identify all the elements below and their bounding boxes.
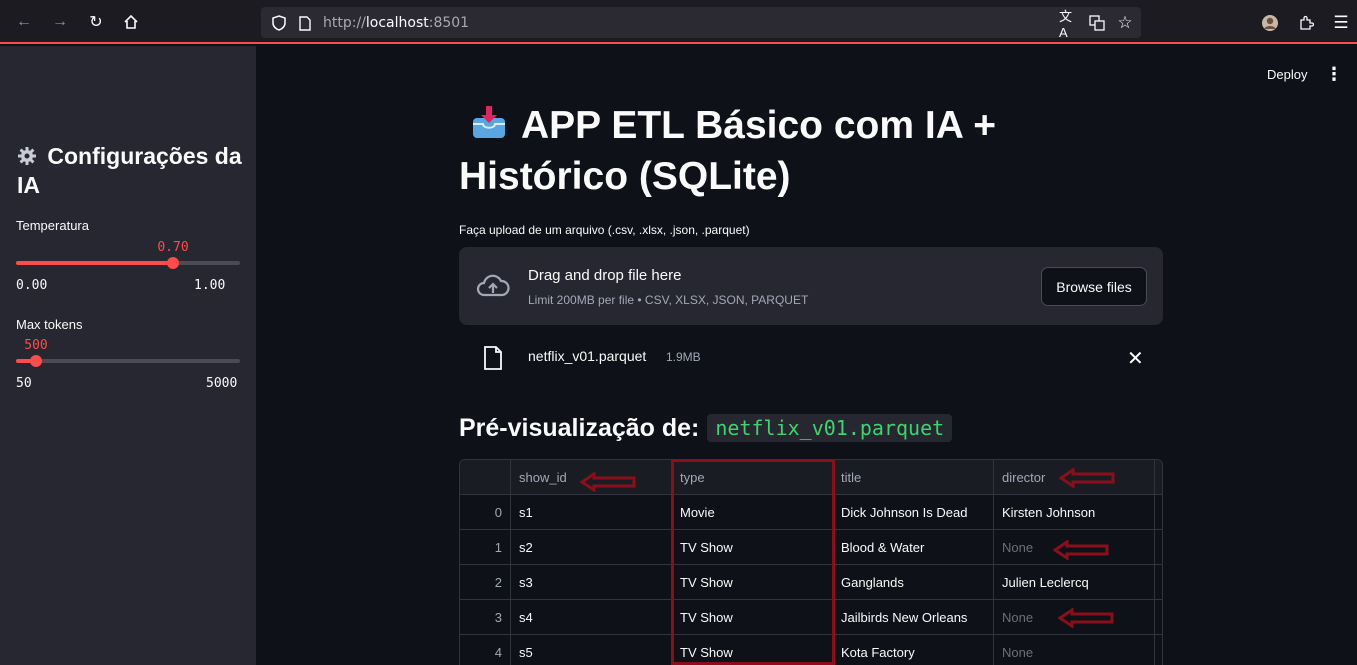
temperature-value: 0.70 bbox=[157, 240, 189, 255]
file-name: netflix_v01.parquet bbox=[528, 348, 647, 364]
temperature-slider[interactable] bbox=[16, 257, 240, 269]
row-index[interactable]: 1 bbox=[460, 530, 511, 565]
cell-show-id[interactable]: s5 bbox=[511, 635, 672, 665]
dropzone-title: Drag and drop file here bbox=[528, 267, 682, 284]
temperature-slider-fill bbox=[16, 261, 173, 265]
cell-title[interactable]: Kota Factory bbox=[833, 635, 994, 665]
gear-icon bbox=[17, 142, 41, 171]
cell-title[interactable]: Jailbirds New Orleans bbox=[833, 600, 994, 635]
max-tokens-slider-thumb[interactable] bbox=[30, 355, 43, 367]
back-icon[interactable]: ← bbox=[12, 10, 36, 34]
reload-icon[interactable]: ↻ bbox=[84, 10, 108, 34]
max-tokens-max: 5000 bbox=[206, 376, 238, 391]
browse-files-button[interactable]: Browse files bbox=[1041, 267, 1147, 306]
max-tokens-label: Max tokens bbox=[16, 317, 83, 332]
annotation-arrow-icon bbox=[1058, 608, 1114, 628]
page-icon[interactable] bbox=[295, 13, 315, 33]
cell-director[interactable]: Kirsten Johnson bbox=[994, 495, 1155, 530]
cell-director[interactable]: Julien Leclercq bbox=[994, 565, 1155, 600]
cell-show-id[interactable]: s4 bbox=[511, 600, 672, 635]
cell-title[interactable]: Blood & Water bbox=[833, 530, 994, 565]
url-bar[interactable]: http://localhost:8501 文A ☆ bbox=[261, 7, 1141, 40]
uploaded-file-row: netflix_v01.parquet 1.9MB ✕ bbox=[459, 340, 1163, 376]
max-tokens-slider[interactable] bbox=[16, 355, 240, 367]
preview-heading: Pré-visualização de: netflix_v01.parquet bbox=[459, 410, 953, 446]
translate-icon[interactable]: 文A bbox=[1059, 9, 1079, 40]
file-icon bbox=[484, 346, 502, 370]
cell-director[interactable]: None bbox=[994, 635, 1155, 665]
cell-show-id[interactable]: s1 bbox=[511, 495, 672, 530]
temperature-slider-thumb[interactable] bbox=[166, 257, 179, 269]
sidebar-title: Configurações da IA bbox=[17, 142, 242, 198]
bookmark-star-icon[interactable]: ☆ bbox=[1115, 13, 1135, 33]
file-dropzone[interactable]: Drag and drop file here Limit 200MB per … bbox=[459, 247, 1163, 325]
cell-title[interactable]: Ganglands bbox=[833, 565, 994, 600]
forward-icon[interactable]: → bbox=[48, 10, 72, 34]
table-header-title[interactable]: title bbox=[833, 460, 994, 495]
browser-toolbar: ← → ↻ http://localhost:8501 文A ☆ ☰ bbox=[0, 0, 1357, 44]
menu-icon[interactable]: ☰ bbox=[1330, 12, 1352, 34]
account-avatar[interactable] bbox=[1259, 12, 1281, 34]
cell-show-id[interactable]: s3 bbox=[511, 565, 672, 600]
translate-page-icon[interactable] bbox=[1087, 13, 1107, 33]
main-menu-icon[interactable]: ⋮ bbox=[1325, 64, 1343, 84]
row-index[interactable]: 3 bbox=[460, 600, 511, 635]
deploy-button[interactable]: Deploy bbox=[1267, 67, 1307, 82]
remove-file-icon[interactable]: ✕ bbox=[1127, 346, 1144, 371]
cell-title[interactable]: Dick Johnson Is Dead bbox=[833, 495, 994, 530]
upload-label: Faça upload de um arquivo (.csv, .xlsx, … bbox=[459, 223, 750, 237]
temperature-min: 0.00 bbox=[16, 278, 48, 293]
temperature-label: Temperatura bbox=[16, 218, 89, 233]
home-icon[interactable] bbox=[119, 10, 143, 34]
table-header-index bbox=[460, 460, 511, 495]
preview-file-code: netflix_v01.parquet bbox=[707, 414, 953, 442]
extensions-icon[interactable] bbox=[1295, 12, 1317, 34]
file-size: 1.9MB bbox=[666, 350, 701, 364]
shield-icon[interactable] bbox=[269, 13, 289, 33]
type-column-highlight bbox=[671, 459, 835, 665]
annotation-arrow-icon bbox=[580, 472, 636, 492]
annotation-arrow-icon bbox=[1059, 468, 1115, 488]
inbox-tray-icon bbox=[459, 100, 521, 151]
max-tokens-min: 50 bbox=[16, 376, 32, 391]
sidebar: Configurações da IA Temperatura 0.70 0.0… bbox=[0, 46, 256, 665]
cell-show-id[interactable]: s2 bbox=[511, 530, 672, 565]
row-index[interactable]: 0 bbox=[460, 495, 511, 530]
annotation-arrow-icon bbox=[1053, 540, 1109, 560]
row-index[interactable]: 4 bbox=[460, 635, 511, 665]
temperature-max: 1.00 bbox=[194, 278, 226, 293]
max-tokens-value: 500 bbox=[24, 338, 48, 353]
row-index[interactable]: 2 bbox=[460, 565, 511, 600]
cloud-upload-icon bbox=[476, 274, 510, 297]
page-title: APP ETL Básico com IA + Histórico (SQLit… bbox=[459, 100, 1019, 202]
dropzone-subtitle: Limit 200MB per file • CSV, XLSX, JSON, … bbox=[528, 293, 809, 307]
url-text: http://localhost:8501 bbox=[323, 15, 470, 31]
